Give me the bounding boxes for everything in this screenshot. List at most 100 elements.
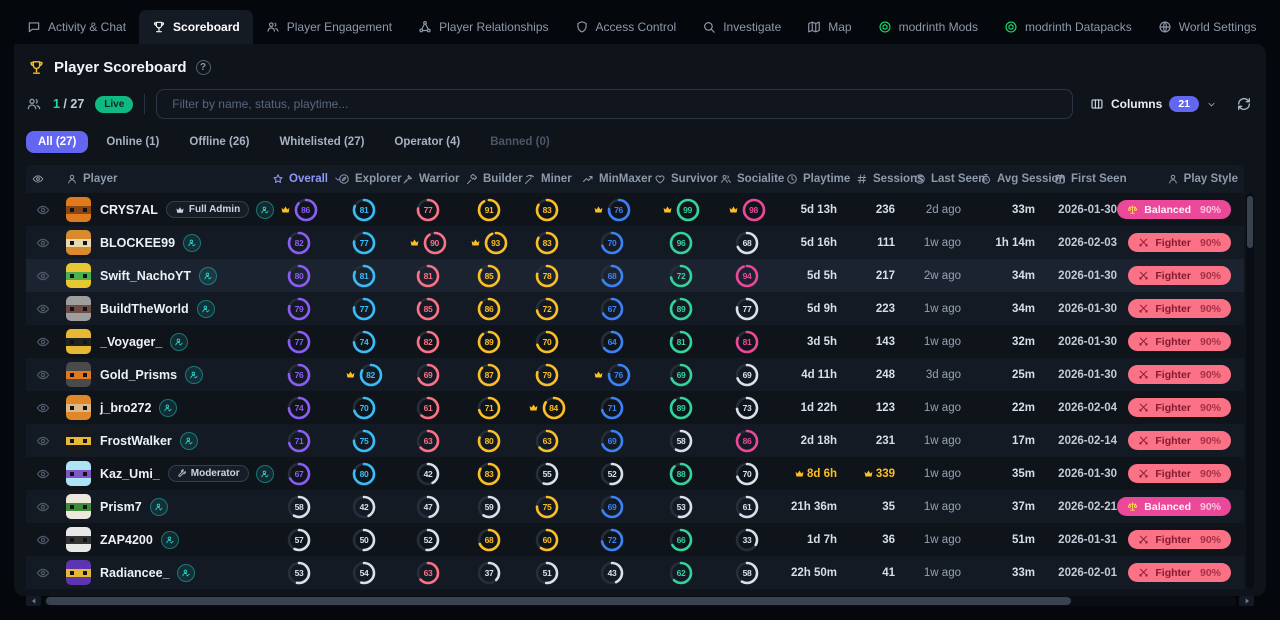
player-row-radiancee[interactable]: Radiancee_535463375143625822h 50m411w ag… — [26, 556, 1244, 589]
whitelist-badge[interactable] — [183, 234, 201, 252]
refresh-button[interactable] — [1234, 96, 1254, 112]
whitelist-badge[interactable] — [159, 399, 177, 417]
column-header-playtime[interactable]: Playtime — [780, 173, 850, 185]
player-row-prism7[interactable]: Prism7584247597569536121h 36m351w ago37m… — [26, 490, 1244, 523]
whitelist-badge[interactable] — [161, 531, 179, 549]
player-cell: Gold_Prisms — [60, 358, 266, 391]
column-header-play_style[interactable]: Play Style — [1130, 173, 1244, 185]
nav-tab-activity-chat[interactable]: Activity & Chat — [14, 10, 139, 44]
nav-tab-investigate[interactable]: Investigate — [689, 10, 794, 44]
stat-ring-circle: 77 — [415, 197, 441, 223]
nav-tab-scoreboard[interactable]: Scoreboard — [139, 10, 253, 44]
stat-cell-overall: 79 — [266, 292, 332, 325]
player-row-blockee99[interactable]: BLOCKEE9982779093837096685d 16h1111w ago… — [26, 226, 1244, 259]
player-row-kaz-umi[interactable]: Kaz_Umi_Moderator67804283555288708d 6h33… — [26, 457, 1244, 490]
play-style-percent: 90% — [1200, 468, 1221, 480]
column-header-sessions[interactable]: Sessions — [850, 173, 908, 185]
nav-tab-modrinth-datapacks[interactable]: modrinth Datapacks — [991, 10, 1145, 44]
whitelist-badge[interactable] — [197, 300, 215, 318]
whitelist-badge[interactable] — [150, 498, 168, 516]
column-header-warrior[interactable]: Warrior — [396, 173, 460, 185]
nav-tab-access-control[interactable]: Access Control — [562, 10, 690, 44]
columns-button[interactable]: Columns 21 — [1084, 95, 1223, 113]
stat-cell-warrior: 61 — [396, 391, 460, 424]
stat-ring: 82 — [286, 230, 312, 256]
player-row-voyager[interactable]: _Voyager_77748289706481813d 5h1431w ago3… — [26, 325, 1244, 358]
nav-tab-map[interactable]: Map — [794, 10, 864, 44]
column-header-miner[interactable]: Miner — [518, 173, 576, 185]
stat-ring: 54 — [351, 560, 377, 586]
whitelist-badge[interactable] — [185, 366, 203, 384]
stat-cell-socialite: 33 — [714, 523, 780, 556]
column-header-player[interactable]: Player — [60, 173, 266, 185]
whitelist-badge[interactable] — [170, 333, 188, 351]
whitelist-badge[interactable] — [177, 564, 195, 582]
stat-ring-circle: 86 — [293, 197, 319, 223]
stat-cell-builder: 89 — [460, 325, 518, 358]
player-name: Prism7 — [100, 500, 142, 514]
nav-tab-modrinth-mods[interactable]: modrinth Mods — [865, 10, 991, 44]
vertical-scrollbar[interactable] — [1246, 193, 1254, 589]
nav-tab-hibernation[interactable]: Hibernation — [1270, 10, 1280, 44]
player-row-zap4200[interactable]: ZAP420057505268607266331d 7h361w ago51m2… — [26, 523, 1244, 556]
column-header-first_seen[interactable]: First Seen — [1048, 173, 1130, 185]
player-row-j-bro272[interactable]: j_bro27274706171847189731d 22h1231w ago2… — [26, 391, 1244, 424]
last-seen-value: 1w ago — [924, 534, 961, 546]
stat-value: 83 — [534, 230, 560, 256]
playtime-cell: 5d 5h — [780, 259, 850, 292]
column-header-avg_session[interactable]: Avg Session — [974, 173, 1048, 185]
scroll-left-button[interactable] — [26, 596, 41, 606]
player-row-frostwalker[interactable]: FrostWalker71756380636958862d 18h2311w a… — [26, 424, 1244, 457]
filter-chip-all-27[interactable]: All (27) — [26, 131, 88, 153]
nav-tab-player-engagement[interactable]: Player Engagement — [253, 10, 405, 44]
player-row-crys7al[interactable]: CRYS7ALFull Admin86817791837699985d 13h2… — [26, 193, 1244, 226]
search-input[interactable] — [156, 89, 1073, 119]
column-header-builder[interactable]: Builder — [460, 173, 518, 185]
nav-tab-label: modrinth Mods — [899, 20, 978, 34]
column-header-overall[interactable]: Overall — [266, 173, 332, 185]
filter-chip-banned-0[interactable]: Banned (0) — [478, 131, 561, 153]
nav-tab-world-settings[interactable]: World Settings — [1145, 10, 1270, 44]
filter-chip-operator-4[interactable]: Operator (4) — [382, 131, 472, 153]
stat-value: 75 — [534, 494, 560, 520]
sessions-cell: 217 — [850, 259, 908, 292]
horizontal-scrollbar-track[interactable] — [44, 596, 1236, 606]
player-row-gold-prisms[interactable]: Gold_Prisms76826987797669694d 11h2483d a… — [26, 358, 1244, 391]
swords-icon — [1138, 534, 1149, 545]
play-style-badge: Fighter90% — [1128, 332, 1231, 351]
visibility-cell — [26, 292, 60, 325]
filter-chip-online-1[interactable]: Online (1) — [94, 131, 171, 153]
whitelist-badge[interactable] — [199, 267, 217, 285]
stat-ring: 69 — [668, 362, 694, 388]
column-header-survivor[interactable]: Survivor — [648, 173, 714, 185]
stat-value: 81 — [734, 329, 760, 355]
column-header-socialite[interactable]: Socialite — [714, 173, 780, 185]
column-header-explorer[interactable]: Explorer — [332, 173, 396, 185]
stat-cell-miner: 70 — [518, 325, 576, 358]
first-seen-cell: 2026-01-30 — [1048, 358, 1130, 391]
play-style-cell: Fighter90% — [1130, 259, 1244, 292]
horizontal-scrollbar — [26, 596, 1254, 606]
player-row-buildtheworld[interactable]: BuildTheWorld79778586726789775d 9h2231w … — [26, 292, 1244, 325]
whitelist-badge[interactable] — [180, 432, 198, 450]
filter-chip-offline-26[interactable]: Offline (26) — [177, 131, 261, 153]
column-header-minmaxer[interactable]: MinMaxer — [576, 173, 648, 185]
play-style-cell: Fighter90% — [1130, 325, 1244, 358]
avatar — [66, 296, 91, 321]
vertical-scrollbar-thumb[interactable] — [1247, 196, 1253, 248]
stat-cell-minmaxer: 76 — [576, 193, 648, 226]
nav-tab-player-relationships[interactable]: Player Relationships — [405, 10, 561, 44]
help-icon[interactable]: ? — [196, 60, 211, 75]
stat-ring-circle: 85 — [476, 263, 502, 289]
swords-icon — [1138, 567, 1149, 578]
column-header-visibility[interactable] — [26, 173, 60, 185]
column-header-last_seen[interactable]: Last Seen — [908, 173, 974, 185]
scroll-right-button[interactable] — [1239, 596, 1254, 606]
stat-ring: 77 — [351, 230, 377, 256]
stat-ring-circle: 77 — [351, 296, 377, 322]
player-row-swift-nachoyt[interactable]: Swift_NachoYT80818185786872945d 5h2172w … — [26, 259, 1244, 292]
stat-cell-explorer: 77 — [332, 226, 396, 259]
horizontal-scrollbar-thumb[interactable] — [46, 597, 1071, 605]
stat-ring-circle: 71 — [599, 395, 625, 421]
filter-chip-whitelisted-27[interactable]: Whitelisted (27) — [267, 131, 376, 153]
